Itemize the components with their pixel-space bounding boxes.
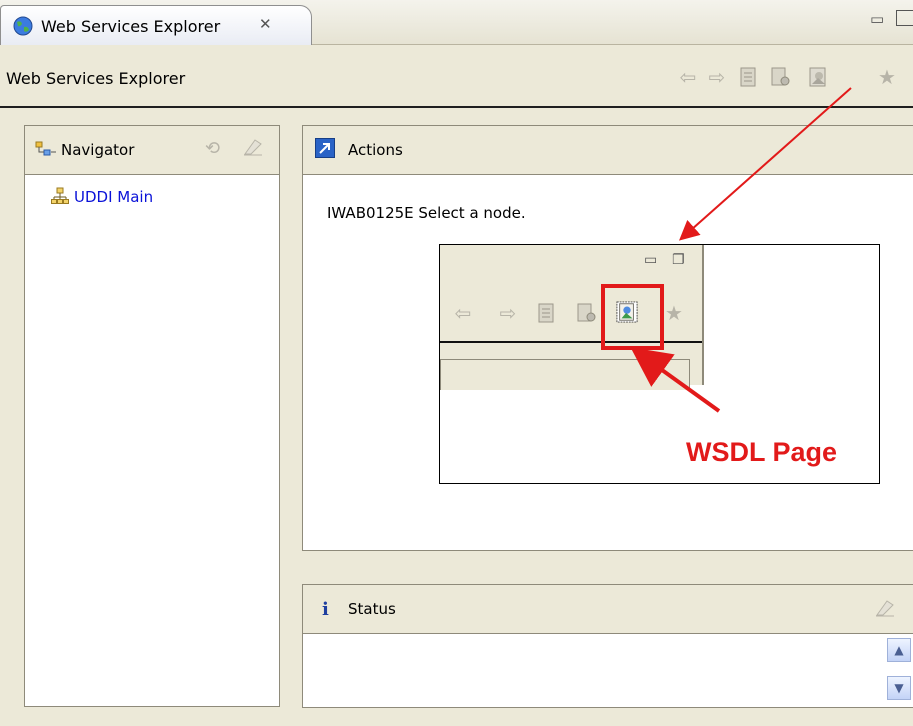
navigator-item-uddi-main[interactable]: UDDI Main xyxy=(51,187,153,209)
status-panel: i Status ▲ ▼ xyxy=(302,584,913,708)
navigator-header: Navigator ⟲ xyxy=(25,126,279,175)
explorer-title: Web Services Explorer xyxy=(6,69,186,88)
minimize-icon[interactable]: ▭ xyxy=(870,10,884,28)
actions-title: Actions xyxy=(348,141,403,159)
status-title: Status xyxy=(348,600,396,618)
status-header: i Status xyxy=(303,585,913,634)
refresh-icon[interactable]: ⟲ xyxy=(205,138,220,159)
inset-toolbar-zoom: ▭ ❐ ⇦ ⇨ ★ xyxy=(440,245,704,390)
uddi-registry-icon xyxy=(51,187,69,209)
back-arrow-icon[interactable]: ⇦ xyxy=(677,65,699,89)
wsdl-highlight-box xyxy=(601,284,664,350)
favorites-star-icon[interactable]: ★ xyxy=(876,65,898,89)
navigator-tree-icon xyxy=(35,140,57,162)
navigator-panel: Navigator ⟲ UDDI Main xyxy=(24,125,280,707)
navigator-title: Navigator xyxy=(61,141,135,159)
forward-arrow-icon[interactable]: ⇨ xyxy=(706,65,728,89)
navigator-item-label: UDDI Main xyxy=(74,188,154,206)
inset-forward-arrow-icon: ⇨ xyxy=(499,301,517,325)
actions-header: Actions xyxy=(303,126,913,175)
inset-restore-icon: ❐ xyxy=(672,252,685,268)
editor-tab-bar: Web Services Explorer ✕ ▭ xyxy=(0,0,913,45)
clear-icon[interactable] xyxy=(243,138,263,160)
wsdl-page-callout: WSDL Page xyxy=(686,437,838,467)
wsdl-page-icon[interactable] xyxy=(808,66,830,88)
inset-page-icon xyxy=(535,302,557,324)
info-icon: i xyxy=(322,599,329,620)
explorer-toolbar: Web Services Explorer ⇦ ⇨ ★ xyxy=(0,46,913,108)
inset-favorites-star-icon: ★ xyxy=(665,301,683,325)
page-settings-icon[interactable] xyxy=(770,66,792,88)
clear-status-icon[interactable] xyxy=(875,599,895,621)
tab-web-services-explorer[interactable]: Web Services Explorer ✕ xyxy=(0,5,312,45)
inset-back-arrow-icon: ⇦ xyxy=(454,301,472,325)
inset-page-settings-icon xyxy=(576,302,598,324)
globe-icon xyxy=(13,16,33,40)
maximize-icon[interactable] xyxy=(896,10,913,26)
actions-message: IWAB0125E Select a node. xyxy=(327,204,526,222)
zoomed-inset: ▭ ❐ ⇦ ⇨ ★ WSDL Page xyxy=(439,244,880,484)
close-tab-icon[interactable]: ✕ xyxy=(259,15,272,33)
scroll-down-button[interactable]: ▼ xyxy=(887,676,911,700)
tab-title: Web Services Explorer xyxy=(41,17,221,36)
page-icon[interactable] xyxy=(737,66,759,88)
inset-minimize-icon: ▭ xyxy=(644,252,658,268)
scroll-up-button[interactable]: ▲ xyxy=(887,638,911,662)
actions-arrow-icon xyxy=(315,138,335,162)
